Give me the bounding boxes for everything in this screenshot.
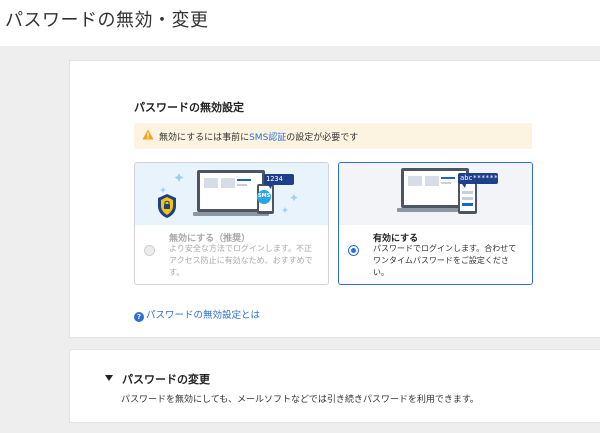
laptop-password-illustration: [397, 168, 498, 214]
change-password-card: パスワードの変更 パスワードを無効にしても、メールソフトなどでは引き続きパスワー…: [69, 349, 600, 423]
alert-text-after: の設定が必要です: [286, 133, 359, 143]
page-header: パスワードの無効・変更: [0, 0, 600, 46]
page-title: パスワードの無効・変更: [5, 10, 209, 31]
change-password-heading[interactable]: パスワードの変更: [122, 371, 210, 387]
help-link[interactable]: ? パスワードの無効設定とは: [134, 307, 260, 322]
option-enable-password[interactable]: abc****** 有効にする パスワードでログインします。合わせてワンタイムパ…: [338, 162, 533, 285]
warning-triangle-icon: [142, 129, 154, 140]
sms-label: SMS: [258, 193, 271, 199]
option-enable-description: パスワードでログインします。合わせてワンタイムパスワードをご設定ください。: [373, 244, 517, 277]
disable-settings-card: パスワードの無効設定 無効にするには事前にSMS認証の設定が必要です 1234 …: [69, 60, 600, 338]
password-illustration: abc******: [339, 163, 532, 225]
radio-disable-password[interactable]: [144, 245, 155, 256]
sms-code-badge: 1234: [266, 175, 283, 183]
sms-illustration: 1234 SMS: [135, 163, 328, 225]
sms-required-alert: 無効にするには事前にSMS認証の設定が必要です: [134, 123, 532, 149]
sms-auth-link[interactable]: SMS認証: [249, 133, 286, 143]
alert-text-before: 無効にするには事前に: [159, 133, 250, 143]
password-badge: abc******: [460, 174, 498, 182]
question-icon: ?: [134, 312, 144, 322]
collapse-toggle-icon[interactable]: [105, 375, 113, 381]
radio-enable-password[interactable]: [348, 245, 359, 256]
help-link-text[interactable]: パスワードの無効設定とは: [146, 310, 260, 321]
option-disable-description: より安全な方法でログインします。不正アクセス防止に有効なため、おすすめです。: [169, 244, 313, 277]
change-password-description: パスワードを無効にしても、メールソフトなどでは引き続きパスワードを利用できます。: [121, 395, 479, 405]
option-disable-password[interactable]: 1234 SMS 無効にする（推奨） より安全な方法でログインします。不正アクセ…: [134, 162, 329, 285]
laptop-sms-illustration: [158, 170, 298, 218]
disable-settings-heading: パスワードの無効設定: [134, 101, 244, 114]
